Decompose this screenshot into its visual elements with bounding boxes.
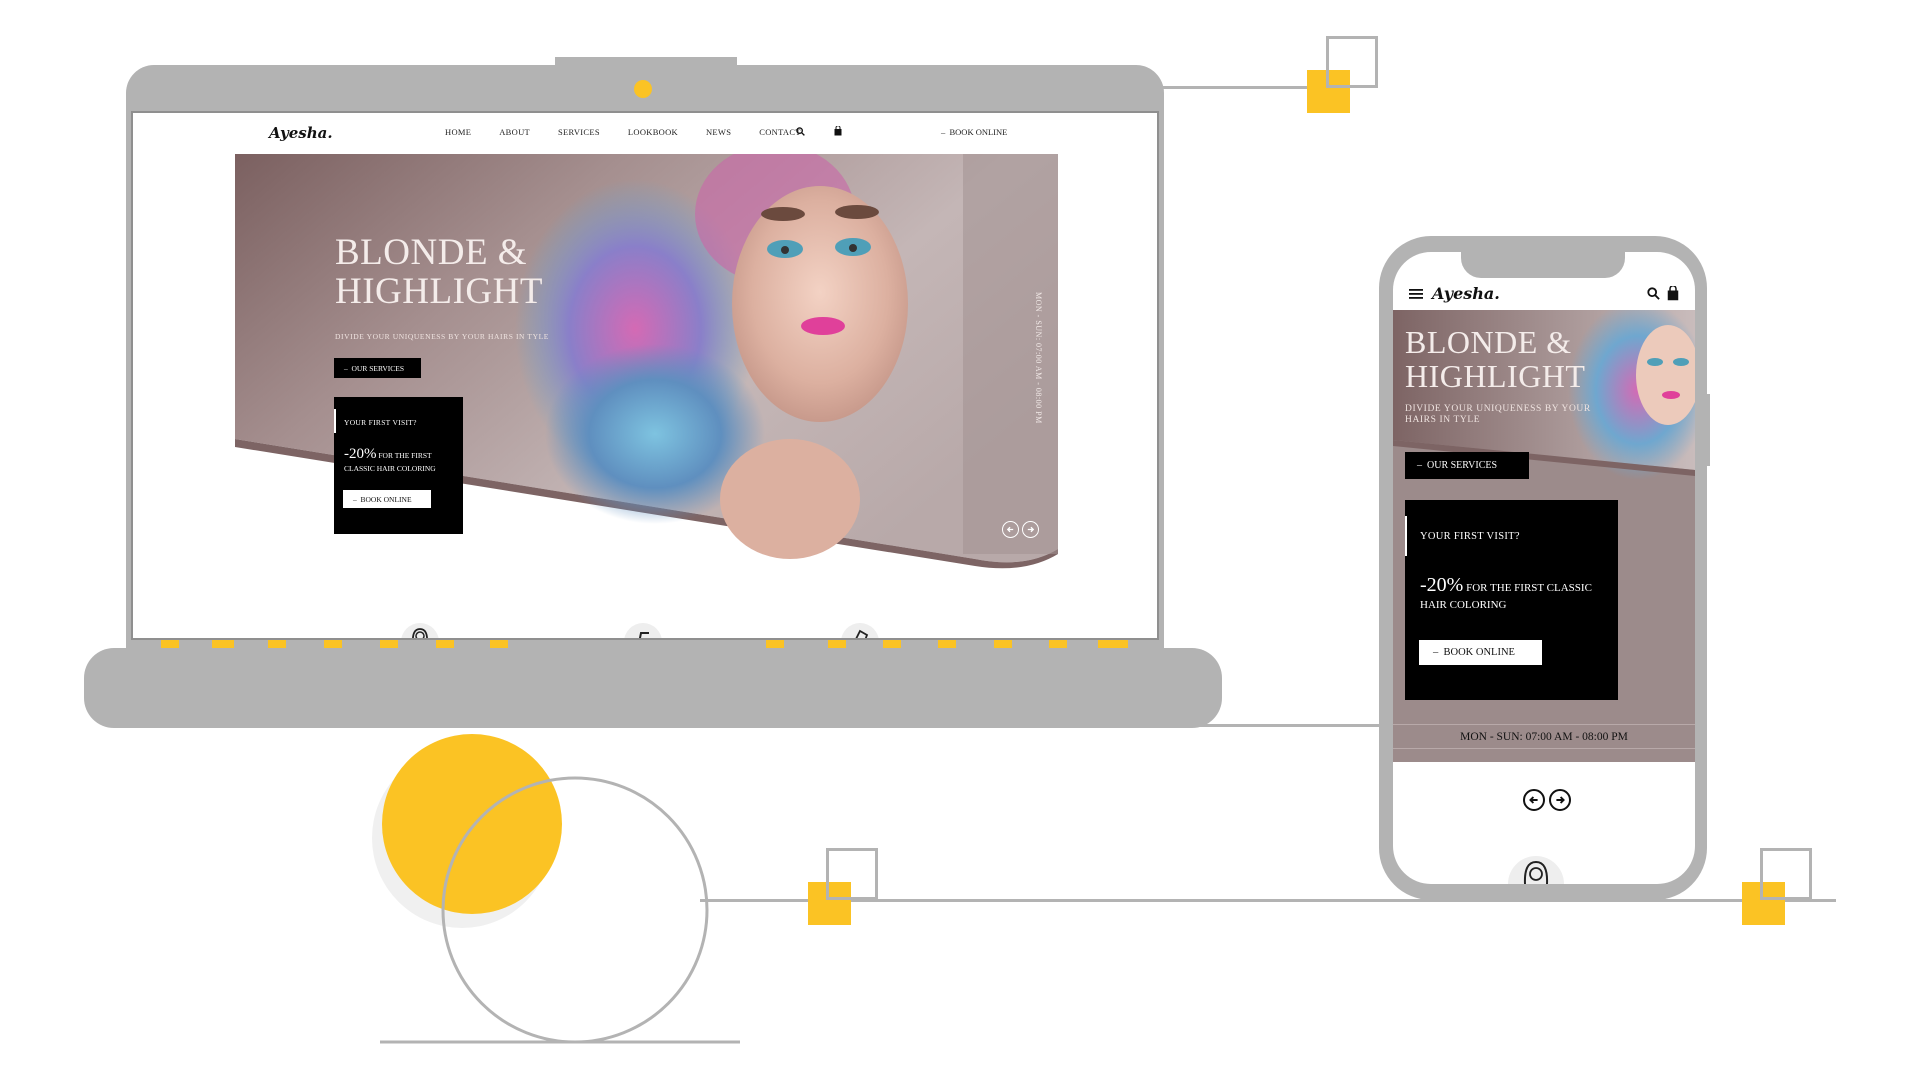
desktop-nav-links: HOME ABOUT SERVICES LOOKBOOK NEWS CONTAC… xyxy=(445,127,801,137)
promo-accent-bar xyxy=(1405,516,1407,556)
desktop-promo-percent: -20% xyxy=(344,446,377,462)
desktop-our-services-button[interactable]: – OUR SERVICES xyxy=(334,358,421,378)
nav-services[interactable]: SERVICES xyxy=(558,127,600,137)
deco-square-outline-bottom-right xyxy=(1760,848,1812,900)
hair-stylist-icon xyxy=(401,623,439,638)
nav-lookbook[interactable]: LOOKBOOK xyxy=(628,127,678,137)
laptop-screen: Ayesha. HOME ABOUT SERVICES LOOKBOOK NEW… xyxy=(131,111,1159,640)
mobile-hero: BLONDE & HIGHLIGHT DIVIDE YOUR UNIQUENES… xyxy=(1393,310,1695,762)
top-book-online-label: BOOK ONLINE xyxy=(949,127,1008,137)
mobile-promo-percent: -20% xyxy=(1420,574,1464,596)
deco-circles xyxy=(372,734,740,1044)
desktop-next-arrow-button[interactable] xyxy=(1022,521,1039,538)
nav-about[interactable]: ABOUT xyxy=(499,127,530,137)
desktop-navbar: Ayesha. HOME ABOUT SERVICES LOOKBOOK NEW… xyxy=(133,113,1157,153)
mobile-logo[interactable]: Ayesha. xyxy=(1432,284,1500,303)
laptop-base xyxy=(84,648,1222,728)
deco-square-outline-top xyxy=(1326,36,1378,88)
search-icon[interactable] xyxy=(1647,287,1660,300)
arrow-left-icon xyxy=(1529,796,1538,804)
deco-dash xyxy=(324,640,342,648)
promo-accent-bar xyxy=(334,409,336,433)
shopping-bag-icon[interactable] xyxy=(1667,286,1679,301)
dash-glyph: – xyxy=(1417,460,1427,471)
deco-dash xyxy=(1098,640,1128,648)
desktop-hero-title-line2: HIGHLIGHT xyxy=(335,270,543,312)
dash-glyph: – xyxy=(344,363,352,373)
mobile-hours: MON - SUN: 07:00 AM - 08:00 PM xyxy=(1460,731,1628,743)
deco-dash xyxy=(1049,640,1067,648)
mobile-hero-title-line1: BLONDE & xyxy=(1405,324,1572,360)
desktop-promo-book-label: BOOK ONLINE xyxy=(360,494,412,504)
search-icon[interactable] xyxy=(796,127,805,136)
deco-dash xyxy=(436,640,454,648)
nail-polish-icon xyxy=(841,623,879,638)
hamburger-menu-icon[interactable] xyxy=(1409,288,1423,300)
mobile-promo-box: YOUR FIRST VISIT? -20% FOR THE FIRST CLA… xyxy=(1405,500,1618,700)
nav-contact[interactable]: CONTACT xyxy=(759,127,801,137)
laptop-camera xyxy=(634,80,652,98)
deco-dash xyxy=(883,640,901,648)
nav-home[interactable]: HOME xyxy=(445,127,471,137)
mobile-promo-book-button[interactable]: – BOOK ONLINE xyxy=(1419,640,1542,665)
arrow-right-icon xyxy=(1556,796,1565,804)
mobile-our-services-label: OUR SERVICES xyxy=(1427,460,1498,471)
desktop-hero-title-line1: BLONDE & xyxy=(335,232,528,273)
mobile-divider xyxy=(1393,724,1695,725)
phone-notch xyxy=(1461,240,1625,278)
deco-dash xyxy=(938,640,956,648)
top-book-online-button[interactable]: – BOOK ONLINE xyxy=(941,127,1007,137)
mobile-promo-first-visit: YOUR FIRST VISIT? xyxy=(1420,531,1520,542)
dash-glyph: – xyxy=(353,494,361,504)
deco-line-middle xyxy=(1200,724,1384,727)
desktop-hero: BLONDE & HIGHLIGHT DIVIDE YOUR UNIQUENES… xyxy=(235,154,1058,569)
hair-stylist-icon xyxy=(1508,856,1564,884)
arrow-right-icon xyxy=(1027,526,1035,533)
mobile-hero-title-line2: HIGHLIGHT xyxy=(1405,357,1586,394)
dash-glyph: – xyxy=(941,127,950,137)
desktop-logo[interactable]: Ayesha. xyxy=(269,124,333,142)
shopping-bag-icon[interactable] xyxy=(834,126,842,136)
deco-dash xyxy=(161,640,179,648)
desktop-hero-subtitle: DIVIDE YOUR UNIQUENESS BY YOUR HAIRS IN … xyxy=(335,332,549,341)
desktop-hours-vertical: MON - SUN: 07:00 AM - 08:00 PM xyxy=(1034,292,1043,424)
hair-dryer-icon xyxy=(624,623,662,638)
deco-dash xyxy=(490,640,508,648)
deco-dash xyxy=(268,640,286,648)
arrow-left-icon xyxy=(1006,526,1014,533)
phone-screen: Ayesha. BLONDE & HIGHLIGHT DIVIDE YOUR U… xyxy=(1393,252,1695,884)
nav-news[interactable]: NEWS xyxy=(706,127,731,137)
desktop-promo-book-button[interactable]: – BOOK ONLINE xyxy=(343,490,431,508)
mobile-divider xyxy=(1393,748,1695,749)
deco-dash xyxy=(766,640,784,648)
desktop-promo-box: YOUR FIRST VISIT? -20% FOR THE FIRST CLA… xyxy=(334,397,463,534)
desktop-prev-arrow-button[interactable] xyxy=(1002,521,1019,538)
dash-glyph: – xyxy=(1433,647,1444,658)
mobile-promo-book-label: BOOK ONLINE xyxy=(1443,647,1515,658)
deco-square-outline-bottom-left xyxy=(826,848,878,900)
mobile-prev-arrow-button[interactable] xyxy=(1523,789,1545,811)
mobile-hero-title: BLONDE & HIGHLIGHT xyxy=(1405,324,1586,394)
mobile-hero-subtitle: DIVIDE YOUR UNIQUENESS BY YOUR HAIRS IN … xyxy=(1405,404,1591,425)
desktop-promo-block: -20% FOR THE FIRST CLASSIC HAIR COLORING xyxy=(344,445,456,473)
mobile-our-services-button[interactable]: – OUR SERVICES xyxy=(1405,452,1529,479)
deco-line-top xyxy=(1160,86,1330,89)
desktop-hero-title: BLONDE & HIGHLIGHT xyxy=(335,232,543,312)
phone-side-button xyxy=(1704,394,1710,466)
deco-dash xyxy=(380,640,398,648)
mobile-promo-block: -20% FOR THE FIRST CLASSIC HAIR COLORING xyxy=(1420,572,1615,612)
desktop-our-services-label: OUR SERVICES xyxy=(351,363,405,373)
deco-dash xyxy=(212,640,234,648)
mobile-next-arrow-button[interactable] xyxy=(1549,789,1571,811)
deco-dash xyxy=(994,640,1012,648)
deco-dash xyxy=(828,640,846,648)
desktop-promo-first-visit: YOUR FIRST VISIT? xyxy=(344,418,417,427)
